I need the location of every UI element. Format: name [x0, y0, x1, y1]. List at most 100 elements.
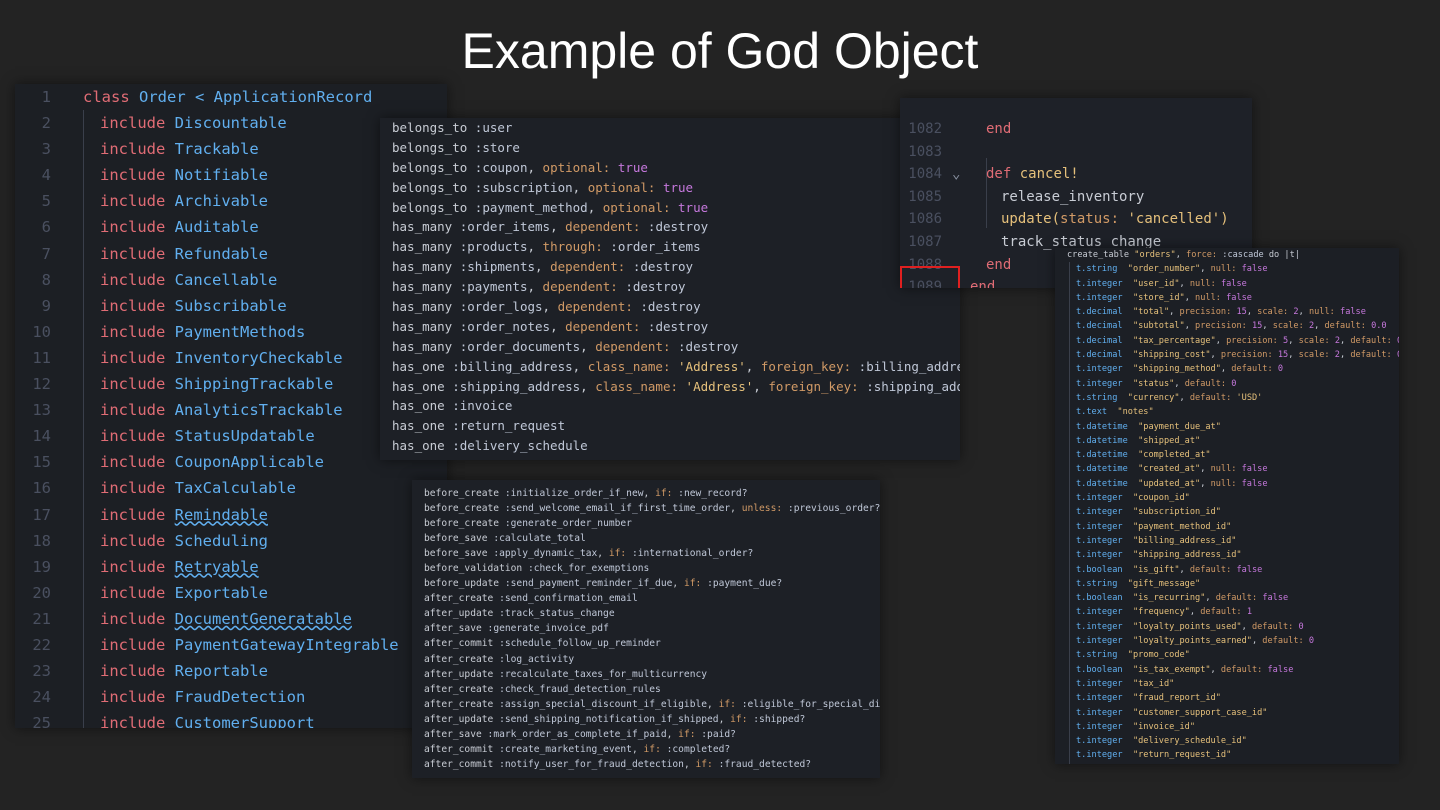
association-args: :delivery_schedule: [452, 438, 588, 454]
module-name: ShippingTrackable: [174, 375, 334, 394]
column-type: t.integer: [1076, 292, 1123, 303]
column-name: "shipping_cost": [1132, 350, 1211, 361]
column-name: "fraud_report_id": [1132, 693, 1221, 704]
column-options: , default: false: [1179, 564, 1263, 575]
column-name: "return_request_id": [1132, 750, 1232, 761]
module-name: InventoryCheckable: [174, 348, 343, 367]
line-number: 8: [41, 270, 51, 289]
schema-column-line: t.integer "delivery_schedule_id": [1055, 734, 1399, 748]
code-line: after_commit :notify_user_for_fraud_dete…: [412, 757, 880, 772]
callback-args: :generate_invoice_pdf: [487, 623, 609, 635]
column-type: t.integer: [1076, 636, 1123, 647]
schema-column-line: t.datetime "created_at", null: false: [1055, 462, 1399, 476]
module-name: StatusUpdatable: [174, 427, 315, 446]
column-type: t.datetime: [1076, 478, 1128, 489]
callback-keyword: after_create: [424, 698, 494, 710]
association-args: :billing_address, class_name: 'Address',…: [452, 358, 960, 374]
keyword: include: [100, 662, 166, 681]
keyword: include: [100, 583, 166, 602]
line-number: 11: [32, 348, 51, 367]
column-type: t.decimal: [1076, 321, 1123, 332]
column-name: "is_gift": [1132, 564, 1180, 575]
keyword: end: [986, 121, 1012, 137]
code-line: after_create :assign_special_discount_if…: [412, 697, 880, 712]
association-keyword: has_one: [392, 358, 445, 374]
keyword: class: [83, 88, 130, 106]
module-name: PaymentMethods: [174, 322, 306, 341]
line-number: 15: [32, 453, 51, 472]
code-line: 1084 ⌄ def cancel!: [900, 163, 1252, 186]
code-line: after_update :recalculate_taxes_for_mult…: [412, 667, 880, 682]
code-line: has_many :order_documents, dependent: :d…: [380, 337, 960, 357]
column-options: , precision: 15, scale: 2, default: 0.0: [1184, 321, 1387, 332]
schema-column-line: t.decimal "shipping_cost", precision: 15…: [1055, 348, 1399, 362]
code-line: has_many :order_items, dependent: :destr…: [380, 217, 960, 237]
schema-column-line: t.integer "status", default: 0: [1055, 377, 1399, 391]
association-keyword: has_one: [392, 398, 445, 414]
callback-keyword: after_create: [424, 593, 494, 605]
column-name: "currency": [1127, 392, 1180, 403]
callback-keyword: after_commit: [424, 743, 494, 755]
code-line: after_create :send_confirmation_email: [412, 591, 880, 606]
column-name: "updated_at": [1138, 478, 1201, 489]
callback-args: :assign_special_discount_if_eligible, if…: [499, 698, 880, 710]
association-keyword: has_many: [392, 239, 453, 255]
fold-chevron-icon[interactable]: ⌄: [952, 163, 960, 186]
line-number: 3: [41, 140, 51, 159]
line-number: 16: [32, 479, 51, 498]
module-name: TaxCalculable: [174, 479, 296, 498]
column-options: , default: 0: [1241, 621, 1304, 632]
association-keyword: belongs_to: [392, 159, 468, 175]
line-number: 1085: [908, 188, 942, 205]
module-name: CustomerSupport: [174, 714, 315, 728]
module-name: Order < ApplicationRecord: [139, 88, 373, 106]
line-number: 1083: [908, 143, 942, 160]
column-name: "is_recurring": [1132, 593, 1206, 604]
module-name: FraudDetection: [174, 688, 306, 707]
schema-column-line: t.integer "frequency", default: 1: [1055, 605, 1399, 619]
code-line: 25 include CustomerSupport: [15, 710, 447, 728]
callback-keyword: after_update: [424, 713, 494, 725]
callback-keyword: after_create: [424, 653, 494, 665]
column-name: "customer_support_case_id": [1132, 707, 1268, 718]
code-line: 1 class Order < ApplicationRecord: [15, 84, 447, 110]
column-type: t.boolean: [1076, 664, 1123, 675]
schema-column-line: t.integer "subscription_id": [1055, 505, 1399, 519]
column-type: t.integer: [1076, 621, 1123, 632]
keyword: include: [100, 218, 166, 237]
association-args: :user: [474, 120, 513, 135]
line-number: 9: [41, 296, 51, 315]
line-number: 14: [32, 427, 51, 446]
code-line: 24 include FraudDetection: [15, 684, 447, 710]
code-line: has_many :order_logs, dependent: :destro…: [380, 297, 960, 317]
column-type: t.text: [1076, 407, 1108, 418]
column-name: "loyalty_points_used": [1132, 621, 1242, 632]
code-line: 18 include Scheduling: [15, 528, 447, 554]
column-type: t.integer: [1076, 378, 1123, 389]
column-type: t.datetime: [1076, 421, 1128, 432]
module-name: Trackable: [174, 140, 259, 159]
callbacks-editor[interactable]: before_create :initialize_order_if_new, …: [412, 480, 880, 778]
method-call: update(: [1001, 211, 1061, 228]
column-name: "is_tax_exempt": [1132, 664, 1211, 675]
callback-keyword: before_validation: [424, 563, 523, 575]
schema-column-line: t.datetime "updated_at", null: false: [1055, 477, 1399, 491]
callback-args: :send_shipping_notification_if_shipped, …: [499, 713, 806, 725]
module-name: Notifiable: [174, 166, 268, 185]
schema-column-line: t.integer "user_id", null: false: [1055, 277, 1399, 291]
code-line: before_save :calculate_total: [412, 531, 880, 546]
association-args: :store: [474, 139, 520, 155]
association-keyword: has_many: [392, 318, 453, 334]
module-name: Discountable: [174, 114, 287, 133]
code-line: after_create :log_activity: [412, 652, 880, 667]
module-name: AnalyticsTrackable: [174, 401, 343, 420]
module-name: Exportable: [174, 583, 268, 602]
schema-create-table-editor[interactable]: create_table "orders", force: :cascade d…: [1055, 248, 1399, 764]
column-type: t.integer: [1076, 278, 1123, 289]
schema-column-line: t.integer "loyalty_points_earned", defau…: [1055, 634, 1399, 648]
keyword: def: [986, 166, 1012, 183]
callback-keyword: before_save: [424, 548, 488, 560]
schema-column-line: t.integer "customer_support_case_id": [1055, 706, 1399, 720]
column-type: t.boolean: [1076, 593, 1123, 604]
associations-editor[interactable]: belongs_to :user belongs_to :store belongs…: [380, 118, 960, 460]
